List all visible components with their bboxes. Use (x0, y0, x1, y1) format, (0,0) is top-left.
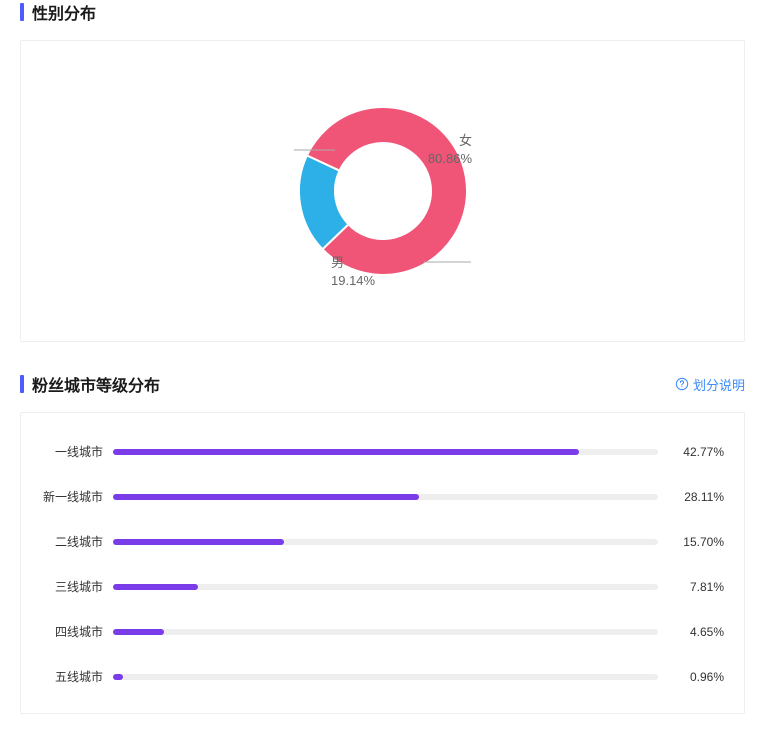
donut-svg (183, 61, 583, 321)
bar-track (113, 449, 658, 455)
bar-category-label: 四线城市 (41, 623, 113, 640)
city-panel: 一线城市 42.77% 新一线城市 28.11% 二线城市 15.70% 三线城市 7.81%… (20, 412, 745, 714)
bar-row: 新一线城市 28.11% (41, 488, 724, 505)
bar-fill (113, 674, 123, 680)
gender-panel: 女 80.86% 男 19.14% (20, 40, 745, 342)
gender-section: 性别分布 女 80.86% 男 19.14% (20, 0, 745, 342)
donut-label-male: 男 19.14% (331, 254, 375, 290)
gender-header: 性别分布 (20, 0, 745, 24)
bar-value-label: 28.11% (672, 490, 724, 504)
question-circle-icon (675, 377, 689, 391)
bar-track (113, 584, 658, 590)
bar-fill (113, 584, 198, 590)
donut-label-female: 女 80.86% (428, 132, 472, 168)
city-header: 粉丝城市等级分布 划分说明 (20, 372, 745, 396)
donut-female-name: 女 (428, 132, 472, 150)
gender-title: 性别分布 (20, 0, 96, 24)
bar-fill (113, 449, 579, 455)
donut-female-pct: 80.86% (428, 150, 472, 168)
bar-value-label: 7.81% (672, 580, 724, 594)
help-link[interactable]: 划分说明 (675, 375, 745, 394)
bar-value-label: 42.77% (672, 445, 724, 459)
bar-value-label: 4.65% (672, 625, 724, 639)
bar-row: 二线城市 15.70% (41, 533, 724, 550)
gender-title-text: 性别分布 (32, 0, 96, 24)
city-title: 粉丝城市等级分布 (20, 372, 160, 396)
bar-row: 三线城市 7.81% (41, 578, 724, 595)
help-link-text: 划分说明 (693, 375, 745, 394)
bar-track (113, 629, 658, 635)
bar-value-label: 0.96% (672, 670, 724, 684)
city-title-text: 粉丝城市等级分布 (32, 372, 160, 396)
bar-category-label: 一线城市 (41, 443, 113, 460)
bar-value-label: 15.70% (672, 535, 724, 549)
bar-row: 一线城市 42.77% (41, 443, 724, 460)
title-accent-bar (20, 3, 24, 21)
bar-track (113, 494, 658, 500)
bar-category-label: 二线城市 (41, 533, 113, 550)
bar-track (113, 539, 658, 545)
title-accent-bar (20, 375, 24, 393)
bar-fill (113, 629, 164, 635)
donut-male-name: 男 (331, 254, 375, 272)
bar-row: 五线城市 0.96% (41, 668, 724, 685)
bar-category-label: 新一线城市 (41, 488, 113, 505)
gender-donut-chart: 女 80.86% 男 19.14% (41, 61, 724, 321)
bar-track (113, 674, 658, 680)
bar-category-label: 五线城市 (41, 668, 113, 685)
bar-fill (113, 494, 419, 500)
city-section: 粉丝城市等级分布 划分说明 一线城市 42.77% 新一线城市 28.11% 二线城市 1… (20, 372, 745, 714)
bar-row: 四线城市 4.65% (41, 623, 724, 640)
bar-fill (113, 539, 284, 545)
city-bars-chart: 一线城市 42.77% 新一线城市 28.11% 二线城市 15.70% 三线城市 7.81%… (41, 433, 724, 685)
donut-male-pct: 19.14% (331, 272, 375, 290)
bar-category-label: 三线城市 (41, 578, 113, 595)
